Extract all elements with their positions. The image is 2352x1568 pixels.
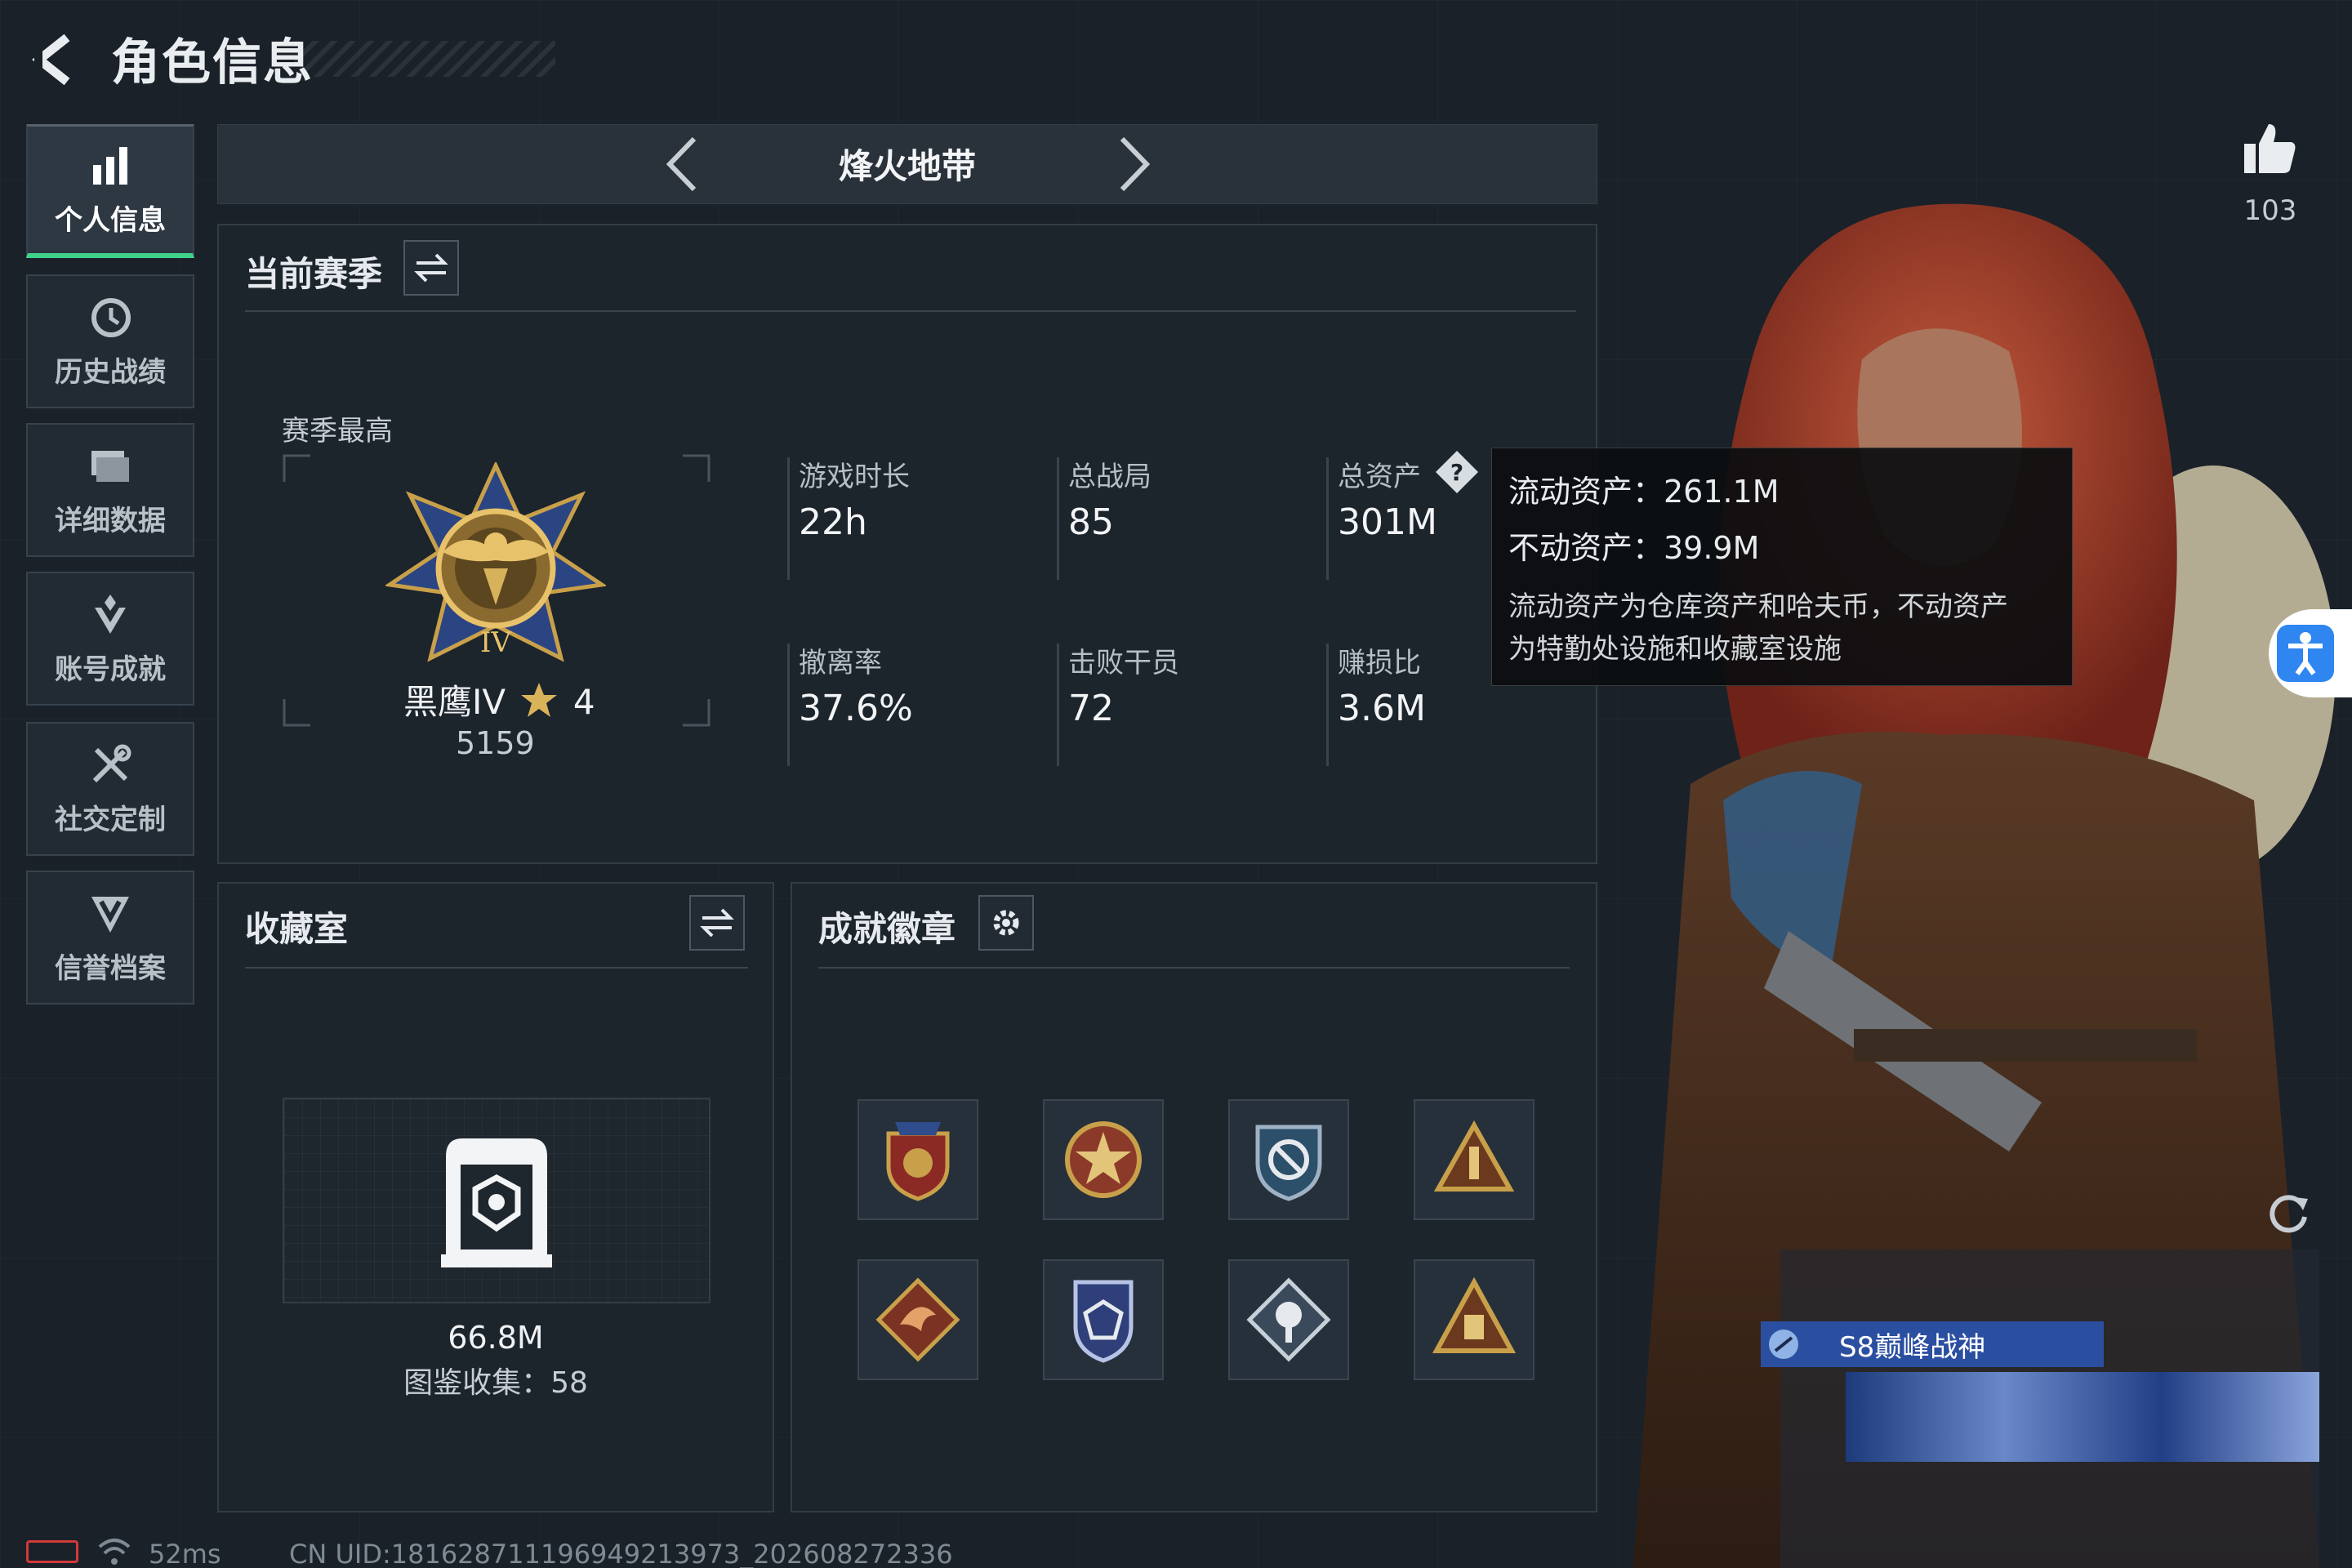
- sidebar-item-label: 历史战绩: [55, 355, 166, 389]
- page-title: 角色信息: [111, 34, 314, 91]
- sidebar-item-credit[interactable]: 信誉档案: [26, 871, 194, 1004]
- season-title: 当前赛季: [245, 254, 383, 294]
- badges-settings-button[interactable]: [978, 895, 1034, 951]
- like-count: 103: [2243, 194, 2297, 227]
- tooltip-desc-line2: 为特勤处设施和收藏室设施: [1508, 633, 1842, 666]
- dragon-diamond-badge-icon: [875, 1277, 960, 1362]
- stat-value-total-matches: 85: [1068, 501, 1114, 543]
- rotate-icon[interactable]: [2262, 1187, 2314, 1240]
- diamond-flower-badge-icon: [1246, 1277, 1331, 1362]
- tooltip-fixed-assets: 不动资产：39.9M: [1508, 530, 1760, 566]
- stat-divider: [787, 644, 790, 766]
- tower-badge-icon: [1432, 1276, 1517, 1353]
- sidebar-item-label: 详细数据: [55, 504, 166, 537]
- user-uid: CN UID:181628711196949213973_20260827233…: [289, 1539, 953, 1568]
- stat-divider: [1326, 457, 1329, 580]
- back-arrow-icon[interactable]: [26, 31, 83, 88]
- help-diamond-icon[interactable]: ?: [1434, 449, 1480, 495]
- pyramid-badge-icon: [1433, 1120, 1515, 1192]
- divider: [245, 967, 748, 969]
- sidebar-item-detailed-data[interactable]: 详细数据: [26, 423, 194, 557]
- tooltip-desc-line1: 流动资产为仓库资产和哈夫币，不动资产: [1508, 590, 2008, 623]
- character-tag: S8巅峰战神: [1839, 1330, 1986, 1364]
- mode-title: 烽火地带: [838, 146, 976, 186]
- chevron-right-icon[interactable]: [1106, 132, 1163, 196]
- tooltip-liquid-assets: 流动资产：261.1M: [1508, 474, 1780, 510]
- badge-blue-shield[interactable]: [1228, 1099, 1349, 1220]
- stat-value-playtime: 22h: [799, 501, 867, 543]
- sidebar-item-personal-info[interactable]: 个人信息: [26, 124, 194, 258]
- blue-crest-badge-icon: [1073, 1280, 1134, 1363]
- rank-name: 黑鹰IV 4: [403, 682, 595, 722]
- divider: [818, 967, 1570, 969]
- tools-icon: [92, 744, 131, 782]
- badges-title: 成就徽章: [818, 909, 956, 949]
- accessibility-button[interactable]: [2269, 609, 2352, 697]
- switch-arrows-icon: [700, 908, 734, 938]
- stat-label-extract-rate: 撤离率: [799, 647, 882, 679]
- shield-v-icon: [91, 896, 129, 933]
- sidebar-item-history[interactable]: 历史战绩: [26, 274, 194, 408]
- folder-icon: [91, 450, 129, 482]
- collection-catalog: 图鉴收集：58: [403, 1366, 588, 1400]
- star-icon: [521, 683, 558, 717]
- collection-title: 收藏室: [245, 909, 349, 949]
- stat-label-playtime: 游戏时长: [799, 461, 910, 493]
- ping-value: 52ms: [149, 1539, 221, 1568]
- season-switch-button[interactable]: [403, 240, 459, 296]
- stat-value-total-assets: 301M: [1338, 501, 1437, 543]
- gear-icon: [993, 910, 1019, 936]
- stat-divider: [1057, 457, 1059, 580]
- badge-dragon-diamond[interactable]: [858, 1259, 978, 1380]
- sidebar-item-label: 社交定制: [55, 803, 166, 836]
- stat-label-kills: 击败干员: [1068, 647, 1179, 679]
- stat-value-extract-rate: 37.6%: [799, 688, 913, 729]
- divider: [245, 310, 1576, 312]
- sidebar-item-label: 信誉档案: [55, 951, 166, 985]
- assets-tooltip: 流动资产：261.1M 不动资产：39.9M 流动资产为仓库资产和哈夫币，不动资…: [1491, 448, 2073, 686]
- badge-diamond-flower[interactable]: [1228, 1259, 1349, 1380]
- stat-value-kills: 72: [1068, 688, 1114, 729]
- rank-score: 5159: [456, 725, 535, 761]
- achievement-icon: [95, 594, 126, 634]
- character-title-banner: S8巅峰战神: [1761, 1321, 2104, 1367]
- character-name-card: [1846, 1372, 2319, 1462]
- sidebar-item-achievements[interactable]: 账号成就: [26, 572, 194, 706]
- bar-chart-icon: [93, 147, 127, 185]
- sidebar-item-label: 账号成就: [55, 653, 166, 686]
- rank-emblem-small-icon: [1769, 1330, 1798, 1359]
- battery-icon: [26, 1540, 78, 1563]
- star-medal-badge-icon: [1065, 1121, 1142, 1198]
- stat-label-total-matches: 总战局: [1068, 461, 1152, 493]
- stat-divider: [787, 457, 790, 580]
- badge-pyramid[interactable]: [1414, 1099, 1535, 1220]
- stat-label-total-assets: 总资产: [1338, 461, 1421, 493]
- stat-divider: [1057, 644, 1059, 766]
- history-clock-icon: [91, 297, 131, 337]
- badge-blue-crest[interactable]: [1043, 1259, 1164, 1380]
- switch-arrows-icon: [414, 253, 448, 283]
- svg-text:IV: IV: [480, 626, 512, 659]
- collection-case-icon: [441, 1138, 552, 1267]
- svg-text:?: ?: [1450, 459, 1463, 486]
- collection-value: 66.8M: [448, 1320, 544, 1356]
- thumbs-up-icon[interactable]: [2241, 119, 2300, 178]
- sidebar-item-label: 个人信息: [55, 204, 166, 237]
- collection-switch-button[interactable]: [689, 895, 745, 951]
- accessibility-icon: [2277, 625, 2334, 682]
- badge-tower[interactable]: [1414, 1259, 1535, 1380]
- badge-shield-crest[interactable]: [858, 1099, 978, 1220]
- blue-shield-badge-icon: [1255, 1125, 1322, 1201]
- season-best-label: 赛季最高: [282, 415, 393, 448]
- stat-label-profit-ratio: 赚损比: [1338, 647, 1421, 679]
- rank-emblem-icon: IV: [385, 462, 606, 662]
- wifi-icon: [98, 1539, 131, 1565]
- badge-star-medal[interactable]: [1043, 1099, 1164, 1220]
- stat-value-profit-ratio: 3.6M: [1338, 688, 1426, 729]
- shield-crest-badge-icon: [886, 1122, 950, 1201]
- header-decoration: [294, 41, 555, 77]
- stat-divider: [1326, 644, 1329, 766]
- sidebar-item-social[interactable]: 社交定制: [26, 722, 194, 856]
